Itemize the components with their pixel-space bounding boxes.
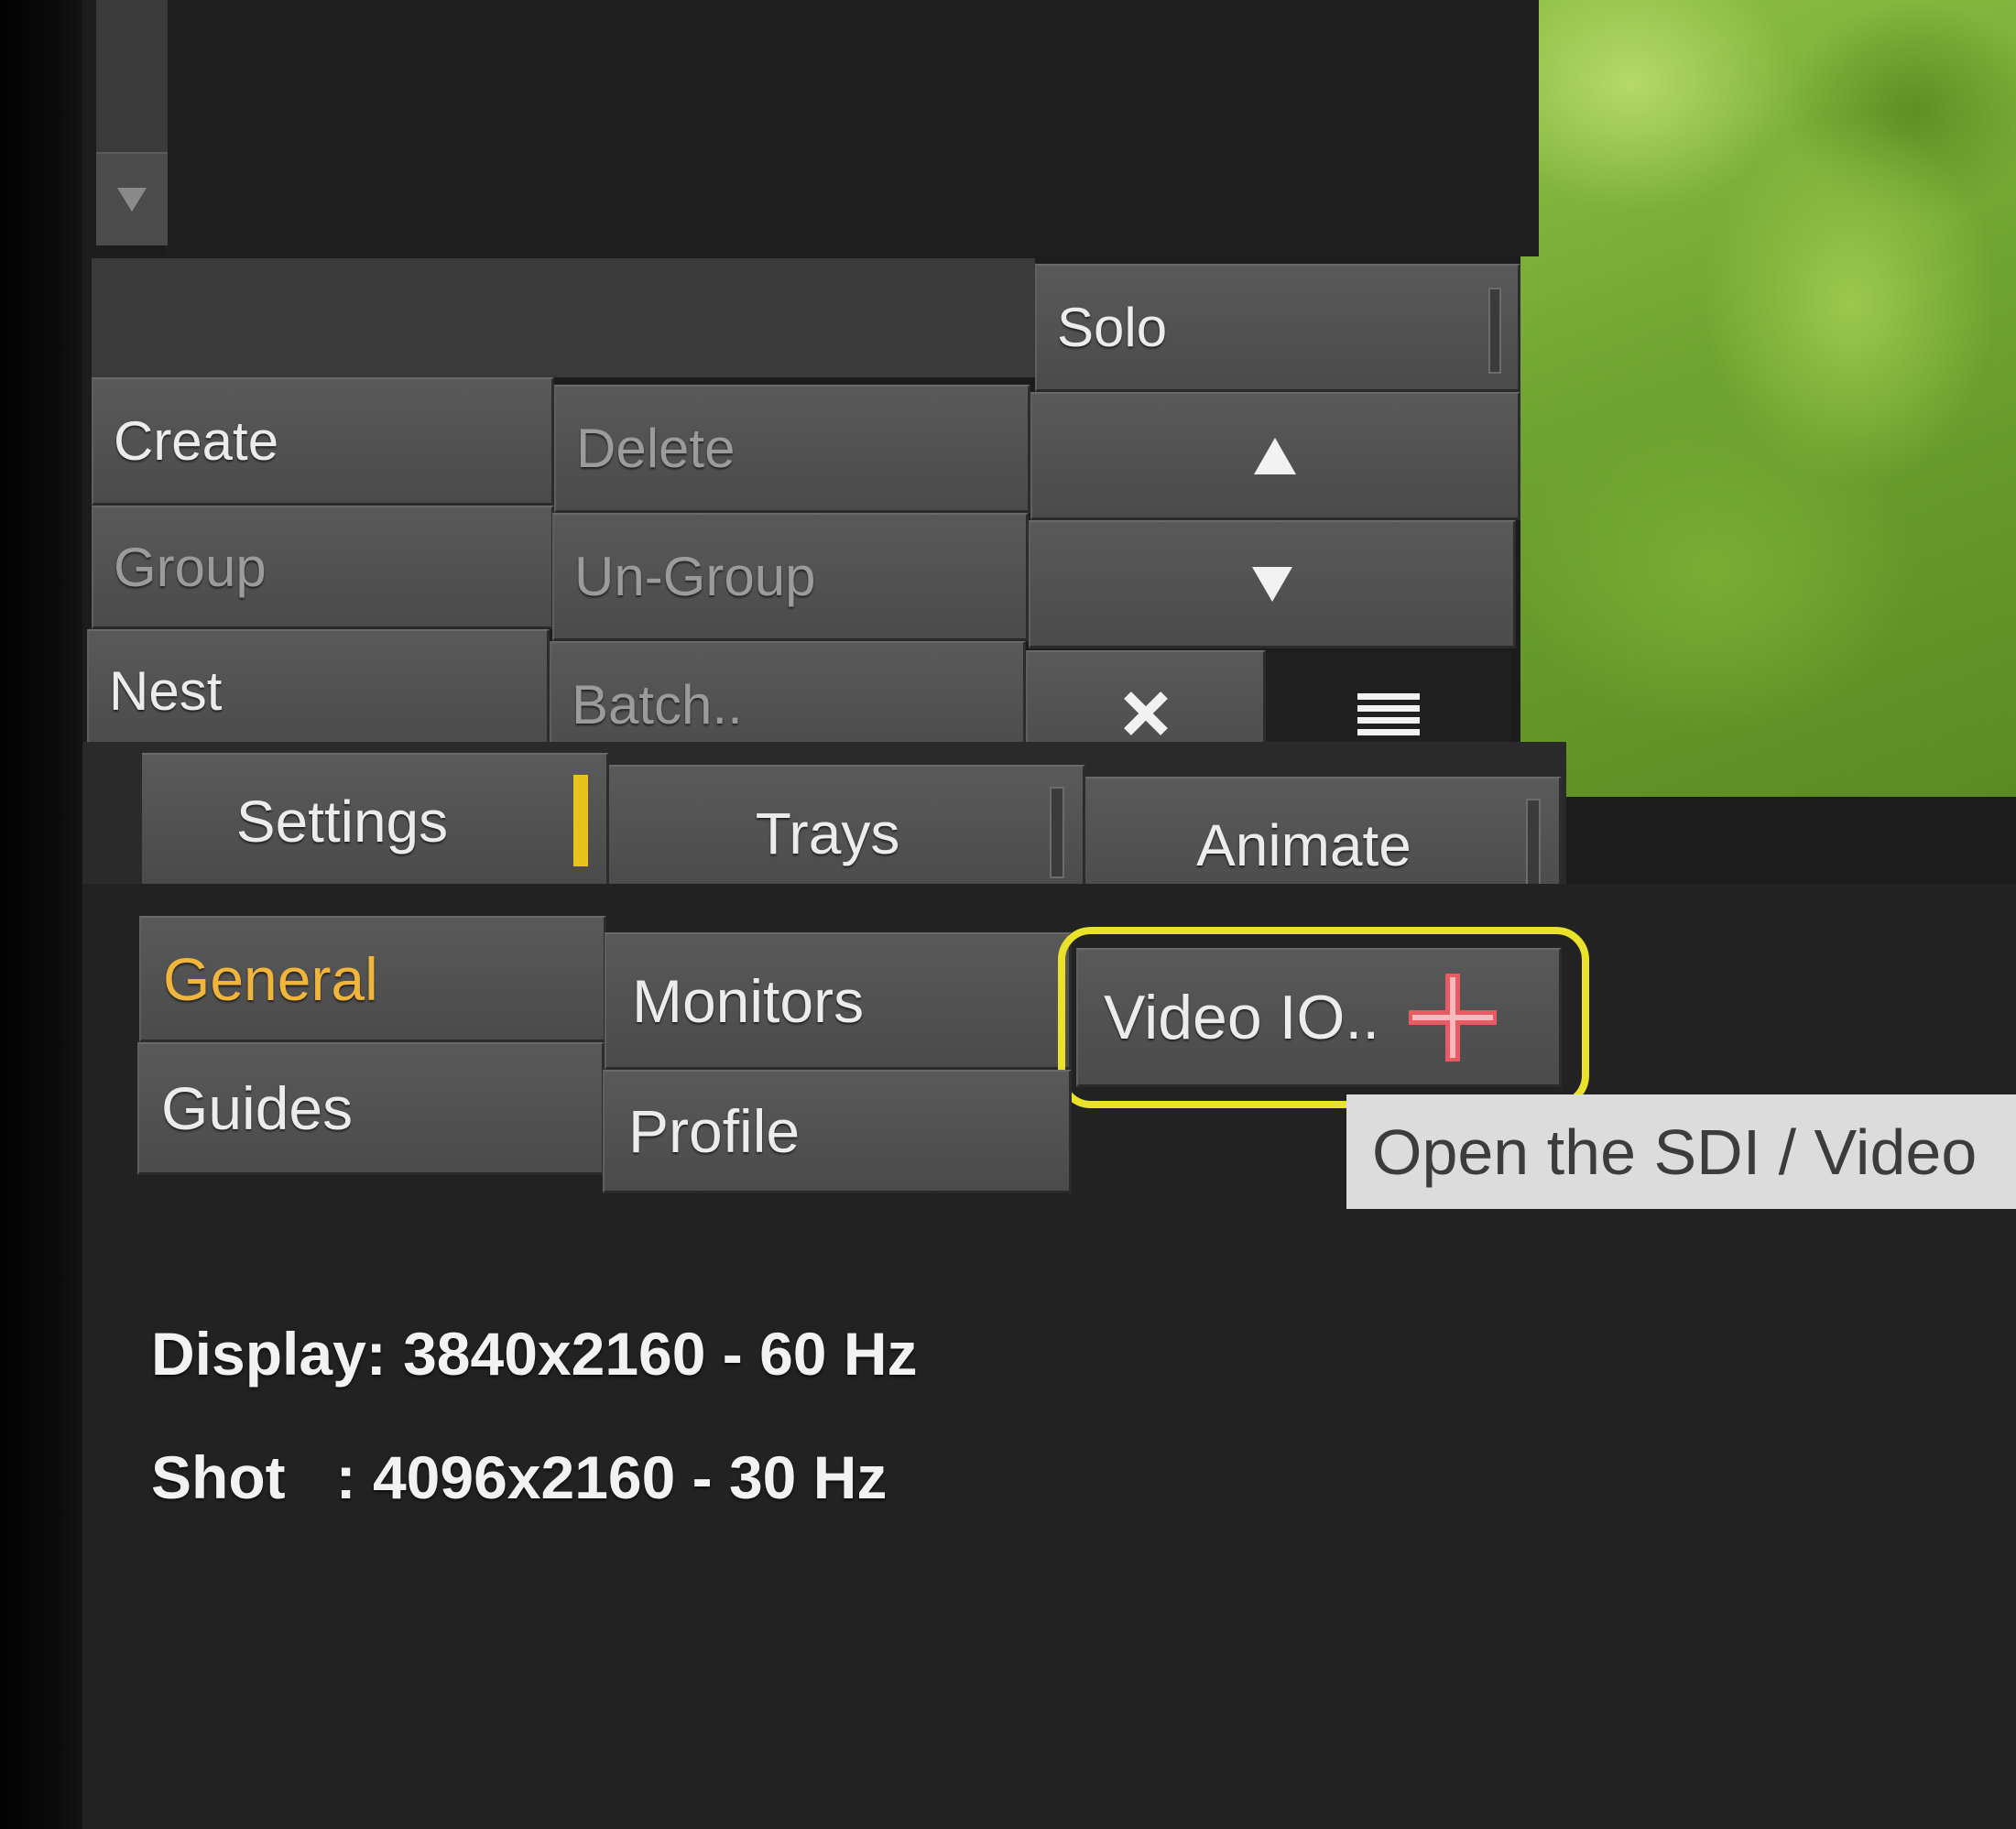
- general-label: General: [163, 944, 378, 1013]
- ungroup-label: Un-Group: [574, 546, 816, 607]
- scroll-down-button[interactable]: [96, 152, 168, 245]
- close-icon: [1123, 691, 1168, 735]
- track-panel: [165, 0, 1539, 256]
- group-label: Group: [114, 536, 267, 598]
- guides-button[interactable]: Guides: [137, 1042, 605, 1175]
- nest-button[interactable]: Nest: [87, 629, 550, 753]
- video-io-label: Video IO..: [1104, 982, 1380, 1052]
- monitors-button[interactable]: Monitors: [605, 932, 1072, 1070]
- viewer-image: [1520, 0, 2016, 797]
- monitor-bezel: [0, 0, 82, 1829]
- ungroup-button[interactable]: Un-Group: [552, 513, 1029, 641]
- solo-label: Solo: [1057, 297, 1168, 358]
- profile-label: Profile: [628, 1097, 801, 1165]
- display-info: Display: 3840x2160 - 60 Hz: [151, 1320, 918, 1388]
- create-label: Create: [114, 410, 279, 472]
- tab-animate-indicator: [1526, 799, 1541, 890]
- batch-label: Batch..: [572, 674, 743, 735]
- nest-label: Nest: [109, 659, 223, 722]
- create-button[interactable]: Create: [92, 377, 554, 506]
- solo-button[interactable]: Solo: [1035, 264, 1520, 392]
- tab-trays-label: Trays: [755, 800, 900, 866]
- crosshair-cursor-icon: [1409, 973, 1497, 1061]
- tab-settings-label: Settings: [235, 788, 449, 855]
- tab-trays-indicator: [1050, 787, 1064, 878]
- tab-settings[interactable]: Settings: [142, 753, 609, 890]
- solo-indicator: [1488, 288, 1501, 374]
- move-down-button[interactable]: [1029, 520, 1516, 648]
- monitors-label: Monitors: [632, 966, 865, 1035]
- move-up-button[interactable]: [1030, 392, 1520, 520]
- tab-trays[interactable]: Trays: [609, 765, 1085, 902]
- vertical-scrollbar[interactable]: [96, 0, 168, 245]
- video-io-button[interactable]: Video IO..: [1076, 948, 1562, 1087]
- tab-animate-label: Animate: [1196, 811, 1411, 878]
- triangle-down-icon: [1251, 566, 1292, 602]
- general-button[interactable]: General: [139, 916, 606, 1042]
- profile-button[interactable]: Profile: [603, 1070, 1072, 1193]
- tooltip-text: Open the SDI / Video: [1372, 1116, 1978, 1188]
- tab-active-indicator: [573, 775, 588, 866]
- menu-icon: [1357, 693, 1420, 735]
- toolbar-strip: [92, 258, 1035, 377]
- delete-button[interactable]: Delete: [554, 385, 1030, 513]
- shot-info: Shot : 4096x2160 - 30 Hz: [151, 1443, 888, 1511]
- triangle-up-icon: [1254, 437, 1296, 474]
- group-button[interactable]: Group: [92, 506, 554, 629]
- delete-label: Delete: [576, 418, 736, 479]
- scroll-down-icon: [117, 188, 147, 212]
- guides-label: Guides: [161, 1074, 354, 1142]
- tooltip: Open the SDI / Video: [1346, 1094, 2016, 1209]
